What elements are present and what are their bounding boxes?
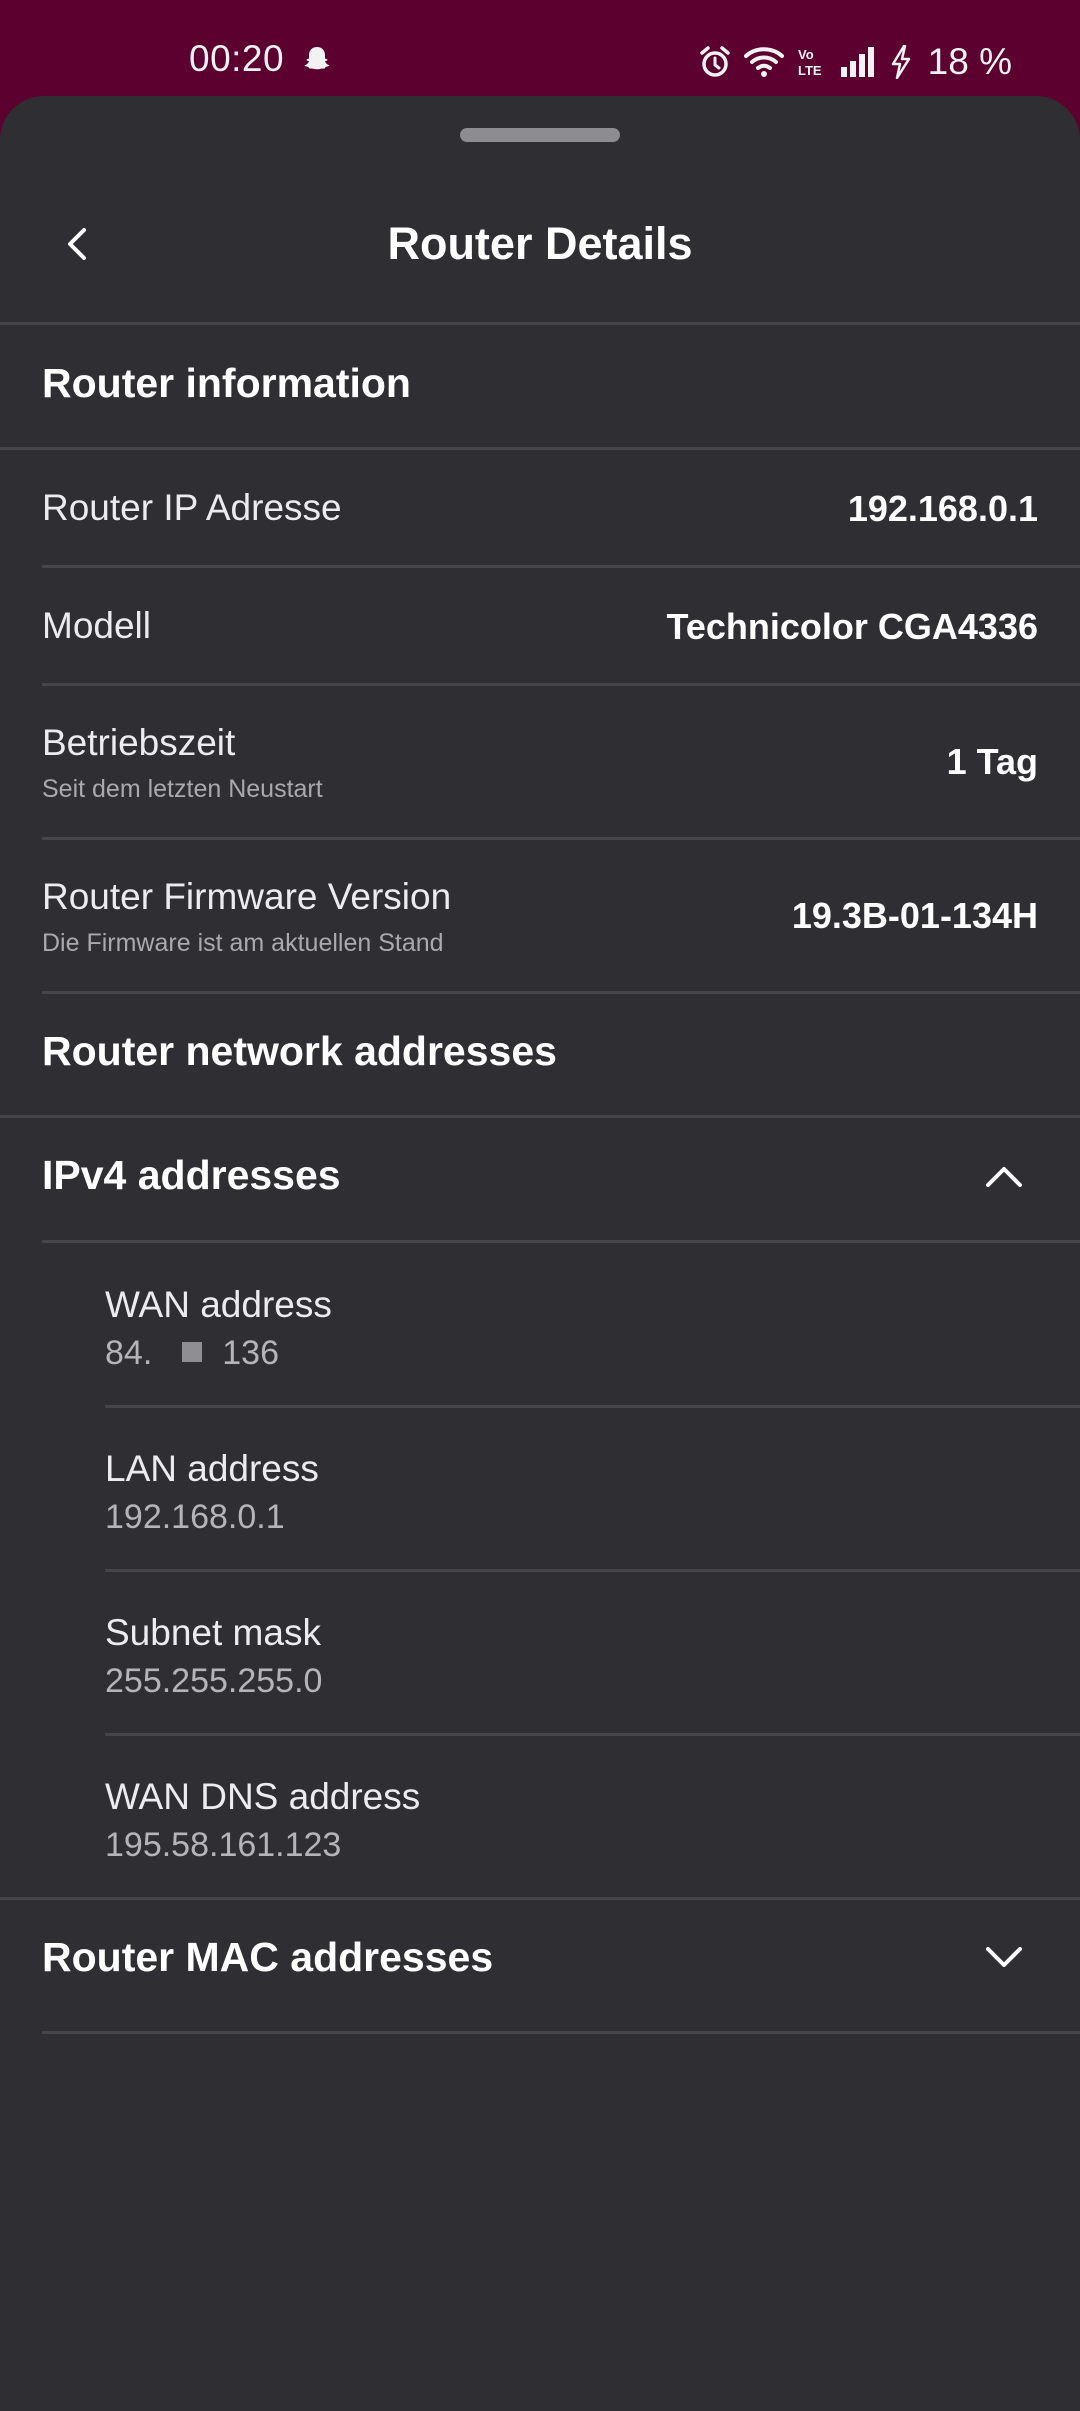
row-label: Router IP Adresse xyxy=(42,487,342,528)
header: Router Details xyxy=(0,186,1080,320)
status-time: 00:20 xyxy=(189,38,285,79)
divider xyxy=(0,447,1080,450)
address-label: WAN DNS address xyxy=(105,1776,421,1817)
mac-accordion-header[interactable]: Router MAC addresses xyxy=(0,1900,1080,2025)
row-sublabel: Die Firmware ist am aktuellen Stand xyxy=(42,929,444,957)
volte-icon: Vo LTE xyxy=(796,45,828,79)
row-label: Modell xyxy=(42,605,151,646)
chevron-up-icon[interactable] xyxy=(980,1152,1028,1200)
divider xyxy=(105,1733,1080,1736)
drag-handle[interactable] xyxy=(460,128,620,142)
battery-percentage: 18 % xyxy=(927,41,1012,82)
divider xyxy=(42,1240,1080,1243)
divider xyxy=(42,2031,1080,2034)
router-details-sheet: Router Details Router information Router… xyxy=(0,96,1080,2411)
divider xyxy=(42,991,1080,994)
divider xyxy=(42,837,1080,840)
address-value: 195.58.161.123 xyxy=(105,1826,342,1864)
ipv4-accordion-header[interactable]: IPv4 addresses xyxy=(0,1118,1080,1238)
divider xyxy=(42,565,1080,568)
page-title: Router Details xyxy=(387,218,693,269)
address-value: 192.168.0.1 xyxy=(105,1498,285,1536)
row-sublabel: Seit dem letzten Neustart xyxy=(42,775,323,803)
row-value: 192.168.0.1 xyxy=(847,488,1038,529)
alarm-icon xyxy=(698,45,732,79)
redaction-mark xyxy=(182,1342,203,1362)
section-title-network-addresses: Router network addresses xyxy=(42,1028,557,1074)
status-bar: 00:20 Vo LTE 18 % xyxy=(0,0,1080,100)
divider xyxy=(0,322,1080,325)
address-label: WAN address xyxy=(105,1284,332,1325)
row-label: Betriebszeit xyxy=(42,722,236,763)
address-label: LAN address xyxy=(105,1448,319,1489)
mac-title: Router MAC addresses xyxy=(42,1934,494,1980)
signal-icon xyxy=(840,47,878,77)
address-value: 84. 136 xyxy=(105,1334,279,1373)
snapchat-icon xyxy=(302,44,332,74)
row-value: 19.3B-01-134H xyxy=(791,895,1038,936)
address-value-end: 136 xyxy=(222,1334,279,1372)
divider xyxy=(105,1405,1080,1408)
chevron-down-icon[interactable] xyxy=(980,1934,1028,1982)
divider xyxy=(105,1569,1080,1572)
row-value: Technicolor CGA4336 xyxy=(666,606,1038,647)
ipv4-title: IPv4 addresses xyxy=(42,1152,341,1198)
row-value: 1 Tag xyxy=(946,741,1038,782)
address-label: Subnet mask xyxy=(105,1612,321,1653)
svg-text:LTE: LTE xyxy=(798,63,822,78)
svg-text:Vo: Vo xyxy=(798,47,814,62)
status-icons: Vo LTE 18 % xyxy=(698,38,1012,86)
row-label: Router Firmware Version xyxy=(42,876,452,917)
section-title-router-information: Router information xyxy=(42,360,411,406)
charging-icon xyxy=(890,45,912,79)
divider xyxy=(42,683,1080,686)
wifi-icon xyxy=(743,45,784,79)
address-value-start: 84. xyxy=(105,1334,153,1372)
address-value: 255.255.255.0 xyxy=(105,1662,323,1700)
